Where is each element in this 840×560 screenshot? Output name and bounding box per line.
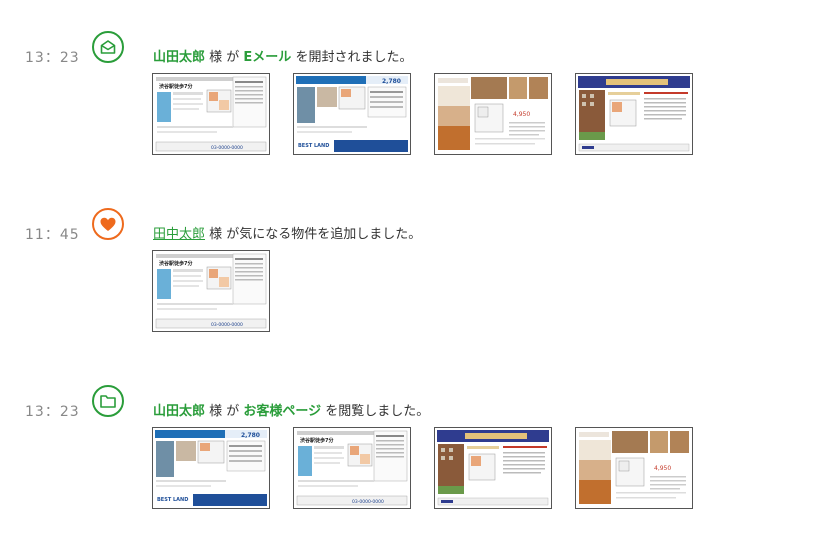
event-description: 山田太郎 様 が お客様ページ を閲覧しました。 bbox=[153, 404, 430, 419]
property-flyer-thumbnail[interactable]: 渋谷駅徒歩7分 03-0000-0000 bbox=[293, 427, 411, 509]
svg-text:渋谷駅徒歩7分: 渋谷駅徒歩7分 bbox=[300, 437, 333, 444]
svg-text:2,780: 2,780 bbox=[241, 432, 260, 439]
property-flyer-thumbnail[interactable]: 渋谷駅徒歩7分 03-0000-0000 bbox=[152, 73, 270, 155]
heart-icon bbox=[92, 208, 124, 240]
envelope-open-icon bbox=[92, 31, 124, 63]
customer-name-link[interactable]: 山田太郎 bbox=[153, 404, 205, 419]
property-flyer-thumbnail[interactable]: 渋谷駅徒歩7分 03-0000-0000 bbox=[152, 250, 270, 332]
event-description: 山田太郎 様 が Eメール を開封されました。 bbox=[153, 50, 413, 65]
event-description: 田中太郎 様 が気になる物件を追加しました。 bbox=[153, 227, 422, 242]
svg-text:03-0000-0000: 03-0000-0000 bbox=[352, 499, 384, 505]
property-flyer-thumbnail[interactable]: 4,950 bbox=[434, 73, 552, 155]
target-customer-page-link[interactable]: お客様ページ bbox=[243, 404, 321, 419]
property-flyer-thumbnail[interactable] bbox=[575, 73, 693, 155]
svg-text:BEST LAND: BEST LAND bbox=[298, 143, 329, 149]
svg-text:03-0000-0000: 03-0000-0000 bbox=[211, 145, 243, 151]
svg-text:渋谷駅徒歩7分: 渋谷駅徒歩7分 bbox=[159, 83, 192, 90]
property-flyer-thumbnail[interactable]: 2,780 BEST LAND bbox=[152, 427, 270, 509]
folder-icon bbox=[92, 385, 124, 417]
customer-name-link[interactable]: 山田太郎 bbox=[153, 50, 205, 65]
event-time: 13：23 bbox=[25, 50, 80, 66]
property-flyer-thumbnail[interactable]: 2,780 BEST LAND bbox=[293, 73, 411, 155]
property-flyer-thumbnail[interactable]: 4,950 bbox=[575, 427, 693, 509]
svg-text:4,950: 4,950 bbox=[513, 111, 530, 118]
target-email-link[interactable]: Eメール bbox=[243, 50, 291, 65]
event-time: 13：23 bbox=[25, 404, 80, 420]
event-time: 11：45 bbox=[25, 227, 80, 243]
svg-text:4,950: 4,950 bbox=[654, 465, 671, 472]
svg-text:2,780: 2,780 bbox=[382, 78, 401, 85]
partial-header-text: ----- -- -- bbox=[530, 0, 591, 5]
customer-name-link[interactable]: 田中太郎 bbox=[153, 227, 205, 242]
property-flyer-thumbnail[interactable] bbox=[434, 427, 552, 509]
svg-text:BEST LAND: BEST LAND bbox=[157, 497, 188, 503]
svg-text:03-0000-0000: 03-0000-0000 bbox=[211, 322, 243, 328]
svg-text:渋谷駅徒歩7分: 渋谷駅徒歩7分 bbox=[159, 260, 192, 267]
